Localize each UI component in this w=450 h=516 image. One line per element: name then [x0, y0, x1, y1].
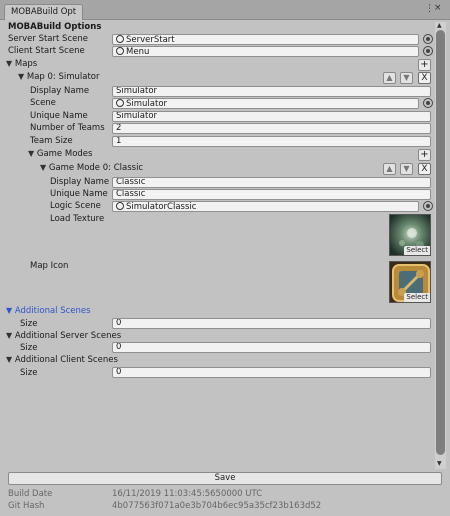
logic-scene-field[interactable]: SimulatorClassic	[112, 201, 419, 212]
mode-unique-name-input[interactable]: Classic	[112, 189, 431, 200]
game-mode-0-header: Game Mode 0: Classic	[48, 163, 144, 173]
scene-asset-icon	[116, 202, 124, 210]
context-menu-icon[interactable]: ⋮	[425, 4, 434, 14]
additional-scenes-foldout[interactable]: ▼ Additional Scenes	[6, 305, 91, 317]
build-date-value: 16/11/2019 11:03:45:5650000 UTC	[112, 489, 263, 499]
expanded-arrow-icon: ▼	[40, 163, 47, 172]
team-size-label: Team Size	[30, 136, 73, 146]
logic-scene-label: Logic Scene	[50, 201, 101, 211]
object-picker-icon[interactable]	[423, 201, 433, 211]
maps-foldout[interactable]: ▼ Maps	[6, 58, 37, 70]
remove-game-mode-button[interactable]: X	[418, 163, 431, 175]
additional-server-scenes-size-label: Size	[20, 343, 38, 353]
map-0-foldout[interactable]: ▼ Map 0: Simulator	[18, 71, 100, 83]
git-hash-label: Git Hash	[8, 501, 45, 511]
build-date-label: Build Date	[8, 489, 53, 499]
mode-display-name-label: Display Name	[50, 177, 110, 187]
additional-server-scenes-label: Additional Server Scenes	[14, 331, 122, 341]
additional-scenes-size-input[interactable]: 0	[112, 318, 431, 329]
map-unique-name-label: Unique Name	[30, 111, 88, 121]
scene-asset-icon	[116, 35, 124, 43]
client-start-scene-value: Menu	[126, 47, 150, 57]
map-icon-thumbnail[interactable]: Select	[389, 261, 431, 303]
git-hash-value: 4b077563f071a0e3b704b6ec95a35cf23b163d52	[112, 501, 322, 511]
scene-asset-icon	[116, 99, 124, 107]
add-map-button[interactable]: +	[418, 59, 431, 71]
page-title: MOBABuild Options	[8, 22, 102, 32]
map-0-header: Map 0: Simulator	[26, 72, 100, 82]
map-display-name-label: Display Name	[30, 86, 90, 96]
team-size-input[interactable]: 1	[112, 136, 431, 147]
object-picker-icon[interactable]	[423, 46, 433, 56]
server-start-scene-field[interactable]: ServerStart	[112, 34, 419, 45]
select-texture-button[interactable]: Select	[404, 246, 430, 255]
map-scene-field[interactable]: Simulator	[112, 98, 419, 109]
object-picker-icon[interactable]	[423, 98, 433, 108]
additional-client-scenes-foldout[interactable]: ▼ Additional Client Scenes	[6, 354, 118, 366]
move-map-up-button[interactable]: ▲	[383, 72, 396, 84]
logic-scene-value: SimulatorClassic	[126, 202, 197, 212]
additional-scenes-label: Additional Scenes	[14, 306, 91, 316]
number-of-teams-input[interactable]: 2	[112, 123, 431, 134]
mode-unique-name-label: Unique Name	[50, 189, 108, 199]
move-game-mode-up-button[interactable]: ▲	[383, 163, 396, 175]
load-texture-thumbnail[interactable]: Select	[389, 214, 431, 256]
map-display-name-input[interactable]: Simulator	[112, 86, 431, 97]
save-button[interactable]: Save	[8, 472, 442, 485]
additional-client-scenes-label: Additional Client Scenes	[14, 355, 118, 365]
additional-server-scenes-foldout[interactable]: ▼ Additional Server Scenes	[6, 330, 121, 342]
map-scene-label: Scene	[30, 98, 56, 108]
expanded-arrow-icon: ▼	[28, 149, 35, 158]
maps-label: Maps	[14, 59, 38, 69]
add-game-mode-button[interactable]: +	[418, 149, 431, 161]
additional-client-scenes-size-input[interactable]: 0	[112, 367, 431, 378]
window-tab[interactable]: MOBABuild Opt	[4, 4, 84, 20]
load-texture-label: Load Texture	[50, 214, 105, 224]
number-of-teams-label: Number of Teams	[30, 123, 105, 133]
scene-asset-icon	[116, 47, 124, 55]
expanded-arrow-icon: ▼	[6, 331, 13, 340]
client-start-scene-field[interactable]: Menu	[112, 46, 419, 57]
client-start-scene-label: Client Start Scene	[8, 46, 85, 56]
scroll-down-arrow-icon[interactable]: ▼	[437, 460, 442, 467]
expanded-arrow-icon: ▼	[18, 72, 25, 81]
window-tab-bar: MOBABuild Opt ⋮ ×	[0, 0, 450, 20]
close-icon[interactable]: ×	[434, 3, 442, 13]
map-icon-label: Map Icon	[30, 261, 69, 271]
server-start-scene-value: ServerStart	[126, 35, 175, 45]
expanded-arrow-icon: ▼	[6, 355, 13, 364]
map-unique-name-input[interactable]: Simulator	[112, 111, 431, 122]
additional-server-scenes-size-input[interactable]: 0	[112, 342, 431, 353]
map-scene-value: Simulator	[126, 99, 168, 109]
mode-display-name-input[interactable]: Classic	[112, 177, 431, 188]
game-modes-foldout[interactable]: ▼ Game Modes	[28, 148, 92, 160]
game-mode-0-foldout[interactable]: ▼ Game Mode 0: Classic	[40, 162, 143, 174]
move-game-mode-down-button[interactable]: ▼	[400, 163, 413, 175]
remove-map-button[interactable]: X	[418, 72, 431, 84]
game-modes-label: Game Modes	[36, 149, 93, 159]
additional-client-scenes-size-label: Size	[20, 368, 38, 378]
select-map-icon-button[interactable]: Select	[404, 293, 430, 302]
expanded-arrow-icon: ▼	[6, 59, 13, 68]
expanded-arrow-icon: ▼	[6, 306, 13, 315]
window-tab-title: MOBABuild Opt	[11, 7, 77, 17]
scrollbar-thumb[interactable]	[436, 30, 445, 455]
server-start-scene-label: Server Start Scene	[8, 34, 88, 44]
additional-scenes-size-label: Size	[20, 319, 38, 329]
move-map-down-button[interactable]: ▼	[400, 72, 413, 84]
object-picker-icon[interactable]	[423, 34, 433, 44]
scroll-up-arrow-icon[interactable]: ▲	[437, 22, 442, 29]
